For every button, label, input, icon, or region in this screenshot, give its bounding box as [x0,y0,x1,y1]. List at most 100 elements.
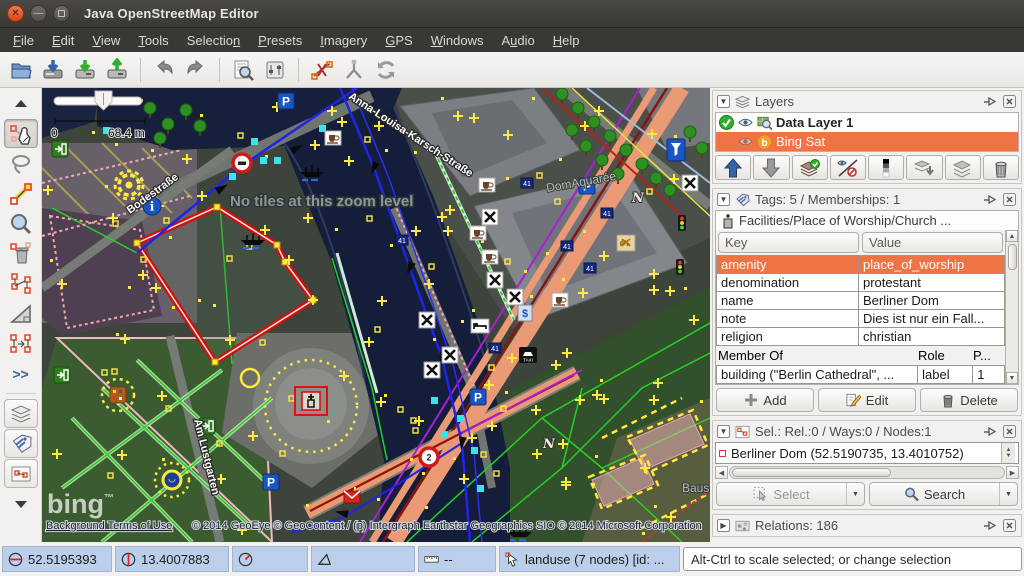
terms-of-use-link[interactable]: Background Terms of Use [46,520,172,532]
close-window-icon[interactable]: ✕ [7,5,24,22]
delete-tool-icon[interactable] [4,239,38,268]
menu-edit[interactable]: Edit [43,30,83,51]
member-column-header[interactable]: Role [918,348,970,363]
menu-imagery[interactable]: Imagery [311,30,376,51]
menu-file[interactable]: File [4,30,43,51]
tag-key[interactable]: name [717,292,859,310]
member-position[interactable]: 1 [973,366,1005,384]
scroll-down-icon[interactable] [4,489,38,518]
scrollbar-thumb[interactable] [1008,244,1017,270]
tag-value[interactable]: place_of_worship [859,256,1005,274]
download-icon[interactable] [38,55,68,85]
collapse-layers-icon[interactable]: ▼ [717,95,730,108]
tag-row[interactable]: nameBerliner Dom [717,292,1005,310]
latitude-field[interactable]: 52.5195393 [2,546,112,572]
pin-panel-icon[interactable] [982,518,997,533]
duplicate-layer-icon[interactable] [945,155,981,180]
collapse-tags-icon[interactable]: ▼ [717,193,730,206]
collapse-selection-icon[interactable]: ▼ [717,425,730,438]
close-panel-icon[interactable] [1002,424,1017,439]
redo-icon[interactable] [181,55,211,85]
selection-scrollbar[interactable]: ◀ ▶ [715,466,1019,479]
draw-node-tool-icon[interactable] [4,179,38,208]
scroll-left-icon[interactable]: ◀ [715,466,728,479]
close-panel-icon[interactable] [1002,94,1017,109]
member-column-header[interactable]: P... [973,348,1003,363]
select-button[interactable]: Select▼ [716,482,865,506]
tag-value[interactable]: christian [859,328,1005,346]
merge-down-icon[interactable] [906,155,942,180]
column-header-key[interactable]: Key [718,232,859,253]
menu-view[interactable]: View [83,30,129,51]
preset-row[interactable]: Facilities/Place of Worship/Church ... [715,210,1019,230]
menu-presets[interactable]: Presets [249,30,311,51]
scroll-down-icon[interactable]: ▼ [1006,372,1018,384]
zoom-tool-icon[interactable] [4,209,38,238]
menu-selection[interactable]: Selection [178,30,249,51]
angle-field[interactable] [311,546,415,572]
pin-panel-icon[interactable] [982,192,997,207]
tags-scrollbar[interactable]: ▲ ▼ [1005,230,1018,384]
member-column-header[interactable]: Member Of [718,348,915,363]
tag-value[interactable]: Berliner Dom [859,292,1005,310]
menu-tools[interactable]: Tools [129,30,177,51]
edit-button[interactable]: Edit [818,388,916,412]
object-field[interactable]: landuse (7 nodes) [id: ... [499,546,680,572]
search-button[interactable]: Search▼ [869,482,1018,506]
close-panel-icon[interactable] [1002,192,1017,207]
column-header-value[interactable]: Value [862,232,1003,253]
undo-icon[interactable] [149,55,179,85]
more-tools[interactable]: >> [4,359,38,388]
open-icon[interactable] [6,55,36,85]
combine-way-icon[interactable] [339,55,369,85]
menu-audio[interactable]: Audio [492,30,543,51]
lasso-tool-icon[interactable] [4,149,38,178]
map-canvas[interactable]: PPPPTAXI$i2414141414141BodestraßeAm Lust… [42,88,710,542]
heading-field[interactable] [232,546,308,572]
show-hide-icon[interactable] [830,155,866,180]
menu-gps[interactable]: GPS [376,30,421,51]
layer-row[interactable]: Data Layer 1 [716,113,1018,132]
maximize-window-icon[interactable] [53,5,70,22]
move-down-icon[interactable] [753,155,789,180]
upload-icon[interactable] [102,55,132,85]
close-panel-icon[interactable] [1002,518,1017,533]
activate-layer-icon[interactable] [792,155,828,180]
tag-value[interactable]: Dies ist nur ein Fall... [859,310,1005,328]
tag-key[interactable]: amenity [717,256,859,274]
tag-key[interactable]: religion [717,328,859,346]
tag-row[interactable]: amenityplace_of_worship [717,256,1005,274]
extrude-tool-icon[interactable] [4,299,38,328]
refresh-icon[interactable] [371,55,401,85]
tag-row[interactable]: religionchristian [717,328,1005,346]
unglue-tool-icon[interactable] [4,269,38,298]
scroll-up-icon[interactable] [4,89,38,118]
search-presets-icon[interactable] [228,55,258,85]
delete-button[interactable]: Delete [920,388,1018,412]
selection-list-item[interactable]: Berliner Dom (52.5190735, 13.4010752) ▲▼ [715,442,1019,464]
add-button[interactable]: Add [716,388,814,412]
selection-panel-toggle-icon[interactable] [4,459,38,488]
opacity-icon[interactable] [868,155,904,180]
parallel-tool-icon[interactable] [4,329,38,358]
layers-panel-toggle-icon[interactable] [4,399,38,428]
list-spinner[interactable]: ▲▼ [1001,443,1015,463]
pin-panel-icon[interactable] [982,94,997,109]
move-up-icon[interactable] [715,155,751,180]
tags-panel-toggle-icon[interactable] [4,429,38,458]
scrollbar-thumb[interactable] [732,468,891,477]
save-icon[interactable] [70,55,100,85]
tag-key[interactable]: note [717,310,859,328]
tag-row[interactable]: denominationprotestant [717,274,1005,292]
dropdown-caret-icon[interactable]: ▼ [846,483,864,505]
layer-row[interactable]: bBing Sat [716,132,1018,151]
visibility-eye-icon[interactable] [738,115,753,130]
scroll-up-icon[interactable]: ▲ [1006,230,1018,242]
menu-windows[interactable]: Windows [422,30,493,51]
tag-value[interactable]: protestant [859,274,1005,292]
membership-row[interactable]: building ("Berlin Cathedral", ...label1 [717,366,1005,384]
delete-layer-icon[interactable] [983,155,1019,180]
menu-help[interactable]: Help [544,30,589,51]
expand-relations-icon[interactable]: ▶ [717,519,730,532]
member-parent[interactable]: building ("Berlin Cathedral", ... [717,366,918,384]
